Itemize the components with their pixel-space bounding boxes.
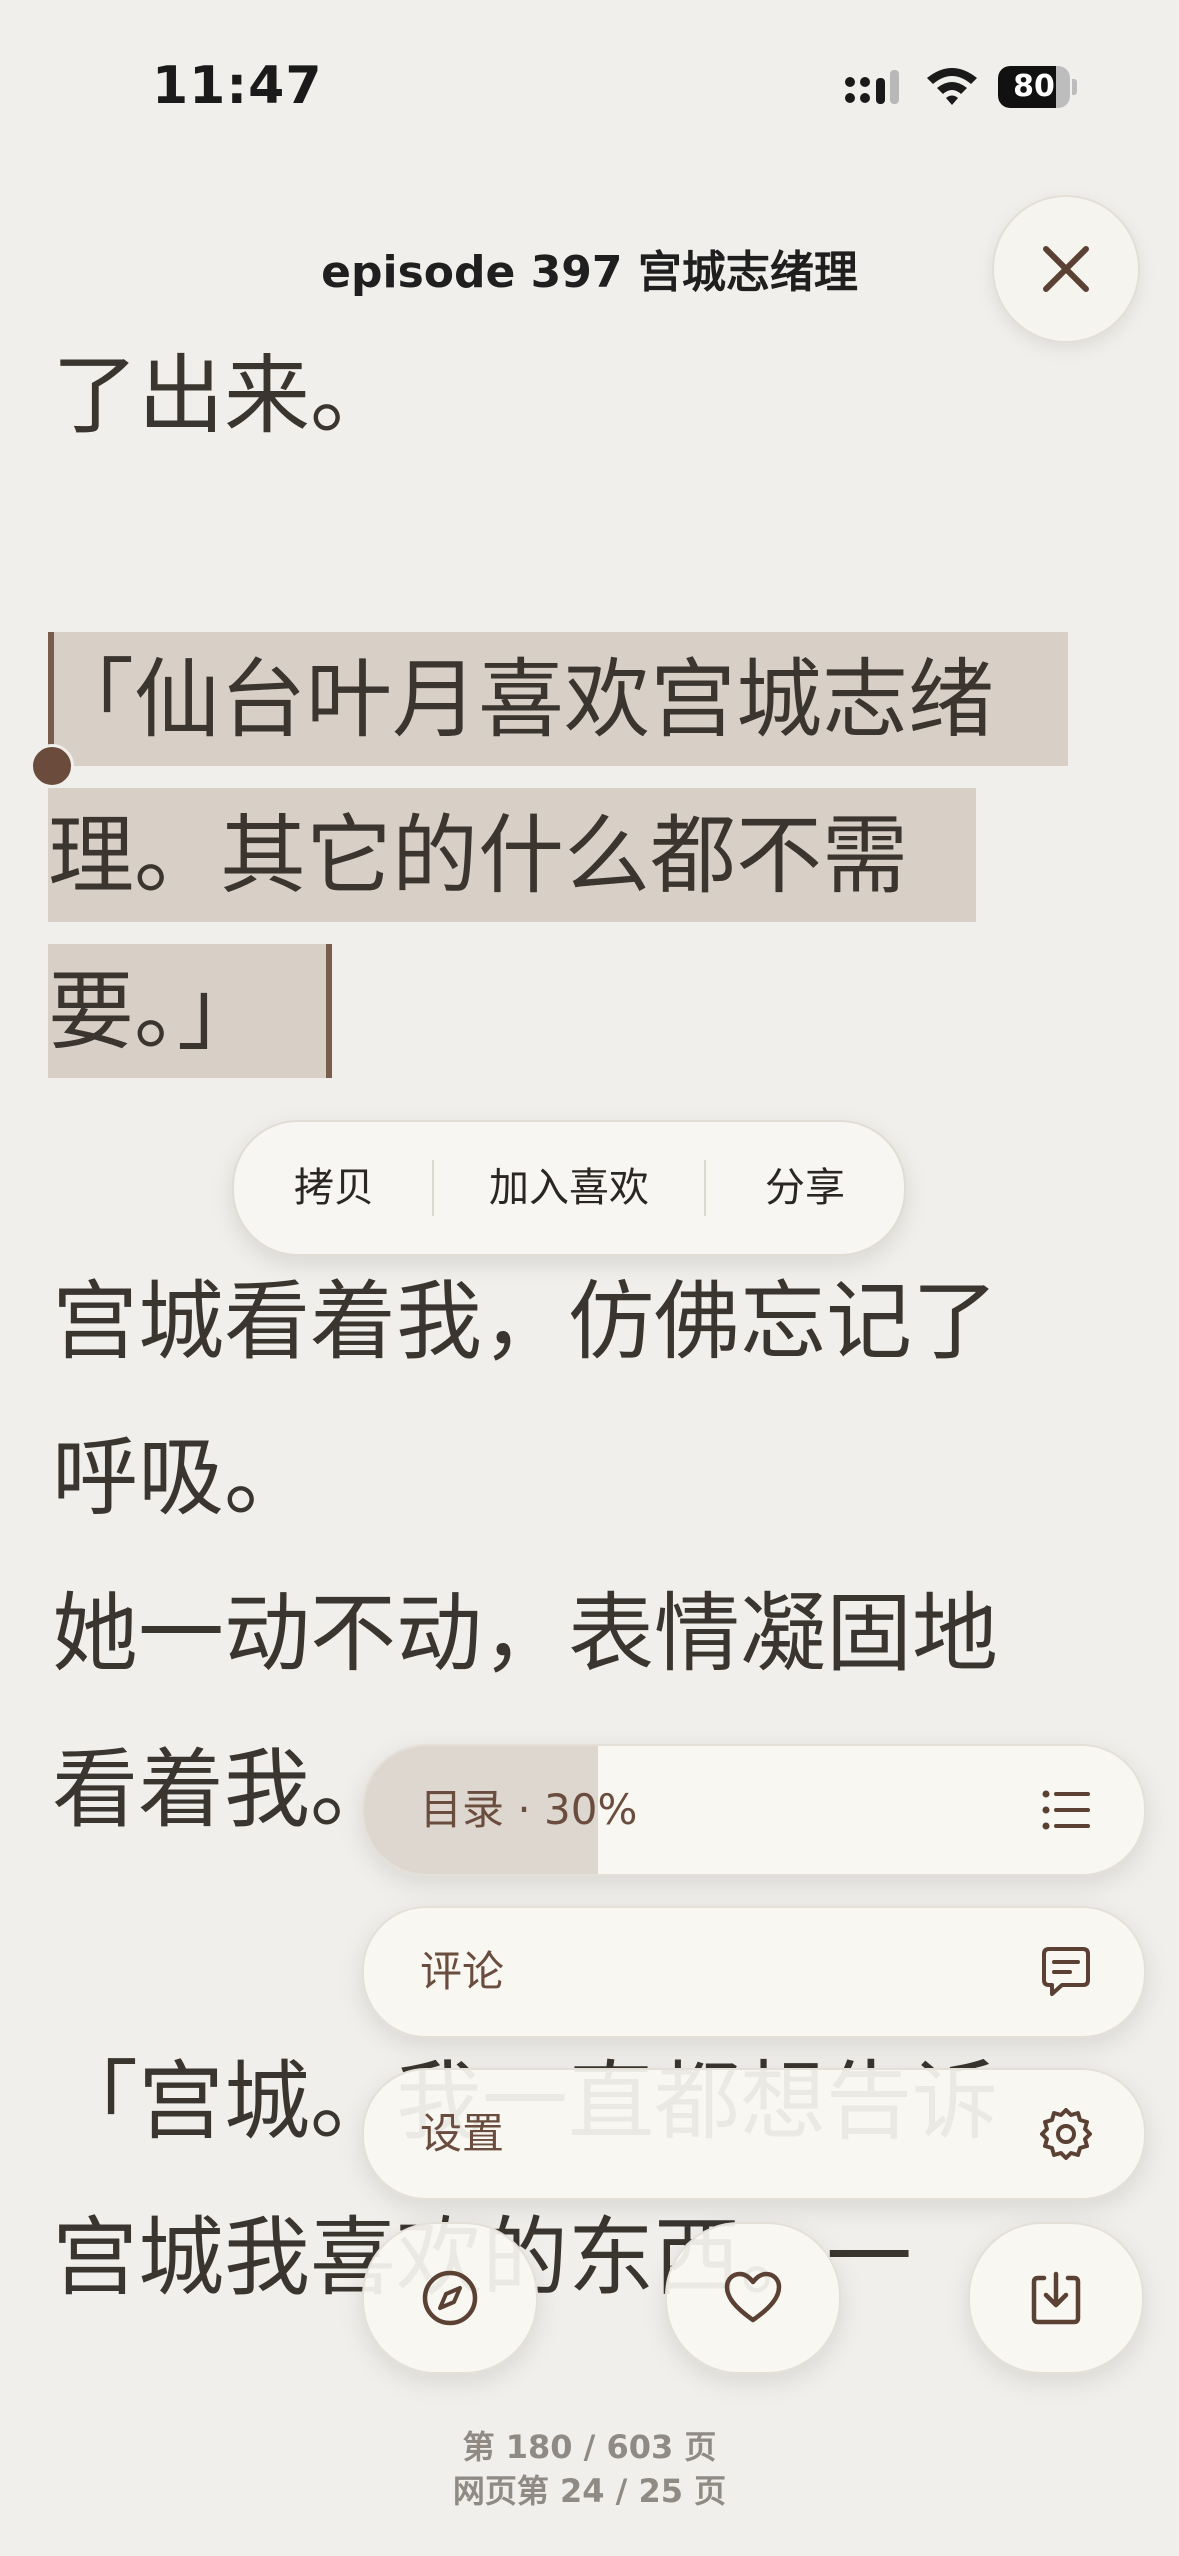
comments-label: 评论: [420, 1947, 505, 1996]
status-time: 11:47: [152, 56, 323, 116]
text-line: 她一动不动，表情凝固地: [52, 1584, 998, 1684]
selection-end-handle[interactable]: [326, 944, 332, 1078]
toc-label: 目录 · 30%: [420, 1785, 638, 1834]
battery-indicator: 80: [998, 66, 1077, 108]
battery-percentage: 80: [1013, 69, 1055, 104]
list-icon: [1042, 1790, 1090, 1830]
settings-button[interactable]: 设置: [362, 2068, 1146, 2200]
selected-text-line[interactable]: 理。其它的什么都不需: [48, 778, 908, 934]
close-icon: [1043, 246, 1089, 292]
like-button[interactable]: [665, 2222, 841, 2374]
cellular-signal-icon: [845, 70, 899, 104]
web-page-indicator: 网页第 24 / 25 页: [452, 2472, 727, 2510]
close-button[interactable]: [992, 195, 1140, 343]
comments-button[interactable]: 评论: [362, 1906, 1146, 2038]
text-line: 了出来。: [52, 346, 396, 446]
settings-label: 设置: [420, 2109, 505, 2158]
selected-text-line[interactable]: 「仙台叶月喜欢宫城志绪: [48, 622, 994, 778]
discover-button[interactable]: [362, 2222, 538, 2374]
heart-icon: [724, 2271, 782, 2323]
text-line: 呼吸。: [52, 1428, 310, 1528]
share-button[interactable]: 分享: [706, 1122, 904, 1254]
add-to-favorites-button[interactable]: 加入喜欢: [434, 1122, 704, 1254]
text-line: 看着我。: [52, 1740, 396, 1840]
compass-icon: [422, 2270, 478, 2326]
book-page-indicator: 第 180 / 603 页: [462, 2428, 717, 2466]
toc-button[interactable]: 目录 · 30%: [362, 1744, 1146, 1876]
text-line: 宫城看着我，仿佛忘记了: [52, 1272, 998, 1372]
selected-text-line[interactable]: 要。」: [48, 934, 263, 1090]
download-button[interactable]: [968, 2222, 1144, 2374]
download-icon: [1031, 2271, 1081, 2325]
wifi-icon: [927, 68, 977, 105]
gear-icon: [1040, 2108, 1092, 2160]
selection-context-menu: 拷贝 加入喜欢 分享: [232, 1120, 906, 1256]
comment-icon: [1042, 1947, 1090, 1996]
copy-button[interactable]: 拷贝: [234, 1122, 434, 1254]
